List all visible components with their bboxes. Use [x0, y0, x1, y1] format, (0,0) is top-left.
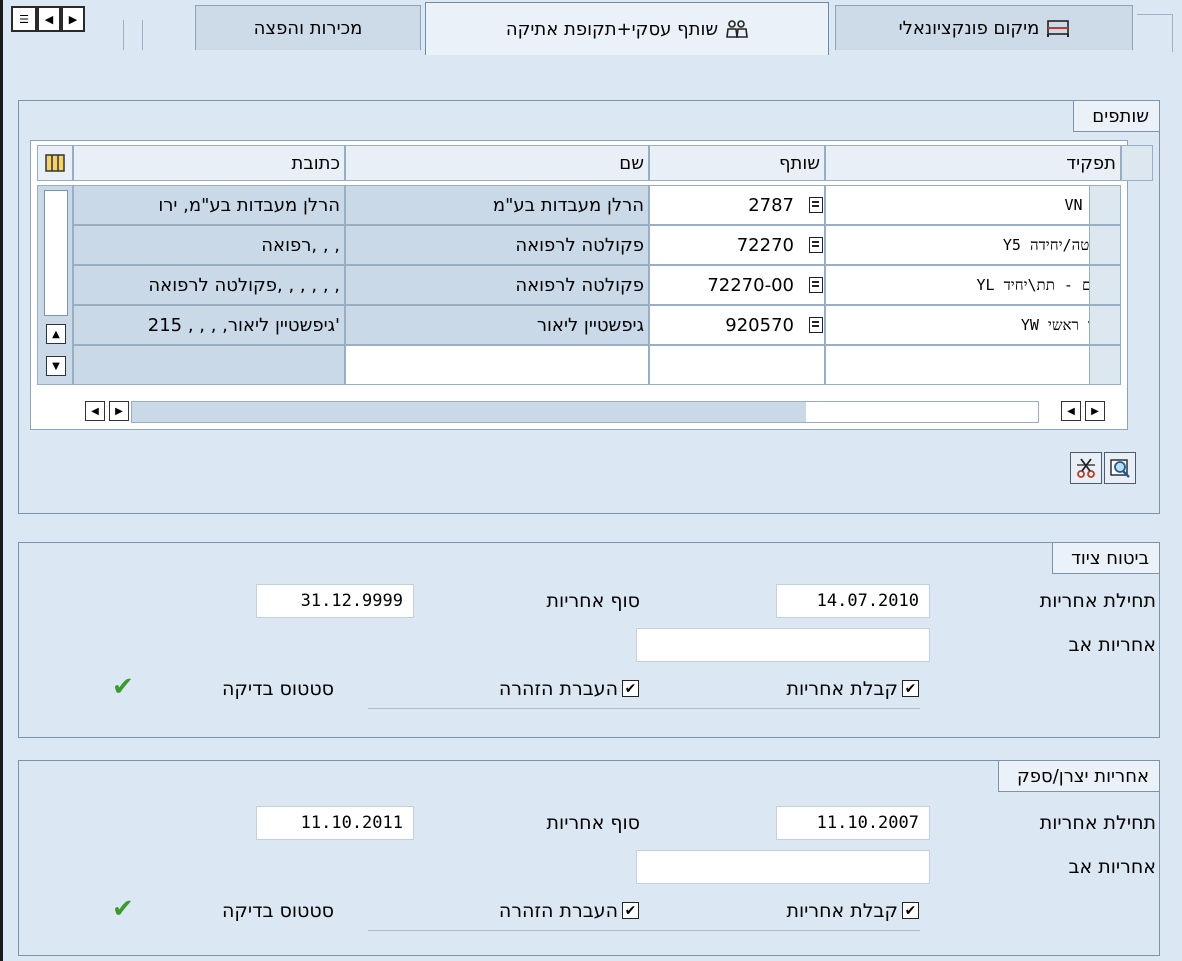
address-cell: רפואה, , ,	[73, 225, 345, 265]
field-underline	[368, 708, 640, 709]
role-cell[interactable]	[825, 345, 1121, 385]
warranty-start-label: תחילת אחריות	[1039, 812, 1156, 834]
tab-label: שותף עסקי+תקופת אתיקה	[505, 18, 719, 40]
accept-warranty-checkbox[interactable]: ✔	[902, 902, 919, 919]
people-icon	[726, 20, 749, 38]
transfer-warning-checkbox[interactable]: ✔	[622, 902, 639, 919]
role-cell[interactable]: Y5 פקולטה/יחידה	[825, 225, 1121, 265]
name-cell: פקולטה לרפואה	[345, 225, 649, 265]
role-cell[interactable]: YW חוקר ראשי	[825, 305, 1121, 345]
row-selector[interactable]	[1089, 225, 1121, 265]
cut-row-button[interactable]	[1070, 452, 1102, 484]
tab-functional-location[interactable]: מיקום פונקציונאלי	[835, 5, 1133, 50]
tab-label: מיקום פונקציונאלי	[898, 17, 1040, 39]
tab-scroll-left-button[interactable]: ◀	[37, 6, 61, 32]
field-underline	[368, 930, 640, 931]
accept-warranty-checkbox[interactable]: ✔	[902, 680, 919, 697]
value-help-icon[interactable]	[809, 197, 823, 213]
parent-warranty-field[interactable]	[636, 850, 930, 884]
partner-cell[interactable]: 2787	[649, 185, 825, 225]
role-cell[interactable]: VN ספק	[825, 185, 1121, 225]
status-ok-icon: ✔	[112, 672, 134, 702]
vertical-scrollbar[interactable]: ▲ ▼	[37, 185, 73, 385]
address-cell: הרלן מעבדות בע"מ, ירו	[73, 185, 345, 225]
select-all-button[interactable]	[1121, 145, 1153, 181]
parent-warranty-label: אחריות אב	[1068, 856, 1156, 878]
magnifier-icon	[1110, 459, 1130, 478]
warranty-end-label: סוף אחריות	[546, 590, 640, 612]
role-cell[interactable]: YL מיקום - תת\יחיד	[825, 265, 1121, 305]
horizontal-scrollbar[interactable]	[131, 401, 1039, 423]
accept-warranty-label: קבלת אחריות	[786, 678, 898, 700]
warranty-start-field[interactable]: 11.10.2007	[776, 806, 930, 840]
transfer-warning-label: העברת הזהרה	[498, 678, 618, 700]
scroll-left-button[interactable]: ◀	[1061, 401, 1081, 421]
partner-cell[interactable]: 72270	[649, 225, 825, 265]
transfer-warning-checkbox[interactable]: ✔	[622, 680, 639, 697]
column-settings-icon[interactable]	[37, 145, 73, 181]
field-underline	[636, 930, 920, 931]
transfer-warning-label: העברת הזהרה	[498, 900, 618, 922]
inspection-status-label: סטטוס בדיקה	[221, 900, 334, 922]
name-cell[interactable]	[345, 345, 649, 385]
row-selector[interactable]	[1089, 265, 1121, 305]
accept-warranty-label: קבלת אחריות	[786, 900, 898, 922]
partners-table: כתובת שם שותף תפקיד ▲ ▼ הרלן מעבדות בע"מ…	[30, 140, 1153, 430]
status-ok-icon: ✔	[112, 894, 134, 924]
address-cell: גיפשטיין ליאור, , , , 215'	[73, 305, 345, 345]
column-header-name[interactable]: שם	[345, 145, 649, 181]
column-header-role[interactable]: תפקיד	[825, 145, 1121, 181]
bed-icon	[1047, 19, 1070, 37]
name-cell: הרלן מעבדות בע"מ	[345, 185, 649, 225]
warranty-start-label: תחילת אחריות	[1039, 590, 1156, 612]
partners-group-title: שותפים	[1073, 101, 1159, 132]
tab-scroll-right-button[interactable]: ▶	[61, 6, 85, 32]
column-header-partner[interactable]: שותף	[649, 145, 825, 181]
row-selector[interactable]	[1089, 305, 1121, 345]
scroll-down-button[interactable]: ▼	[46, 356, 66, 376]
manufacturer-warranty-title: אחריות יצרן/ספק	[998, 761, 1159, 792]
scissors-icon	[1077, 458, 1095, 478]
value-help-icon[interactable]	[809, 317, 823, 333]
parent-warranty-label: אחריות אב	[1068, 634, 1156, 656]
partner-cell[interactable]	[649, 345, 825, 385]
column-header-address[interactable]: כתובת	[73, 145, 345, 181]
details-button[interactable]	[1104, 452, 1136, 484]
row-selector[interactable]	[1089, 345, 1121, 385]
parent-warranty-field[interactable]	[636, 628, 930, 662]
name-cell: גיפשטיין ליאור	[345, 305, 649, 345]
value-help-icon[interactable]	[809, 237, 823, 253]
partner-cell[interactable]: 72270-00	[649, 265, 825, 305]
scroll-left-button[interactable]: ◀	[85, 401, 105, 421]
warranty-end-field[interactable]: 31.12.9999	[256, 584, 414, 618]
field-underline	[636, 708, 920, 709]
tab-list-icon[interactable]: ☰	[11, 6, 37, 32]
tab-edge-decoration	[1137, 14, 1173, 52]
vertical-scroll-thumb[interactable]	[44, 190, 68, 316]
scroll-right-button[interactable]: ▶	[1085, 401, 1105, 421]
tab-sales-distribution[interactable]: מכירות והפצה	[195, 5, 421, 50]
warranty-end-label: סוף אחריות	[546, 812, 640, 834]
tab-strip: ☰ ◀ ▶ מכירות והפצה שותף עסקי+תקופת אתיקה…	[3, 0, 1182, 55]
scroll-up-button[interactable]: ▲	[46, 324, 66, 344]
row-selector[interactable]	[1089, 185, 1121, 225]
tab-edge-decoration	[123, 20, 143, 50]
inspection-status-label: סטטוס בדיקה	[221, 678, 334, 700]
equipment-insurance-title: ביטוח ציוד	[1052, 543, 1159, 574]
warranty-start-field[interactable]: 14.07.2010	[776, 584, 930, 618]
name-cell: פקולטה לרפואה	[345, 265, 649, 305]
address-cell: פקולטה לרפואה, , , , , ,	[73, 265, 345, 305]
address-cell	[73, 345, 345, 385]
scroll-right-button[interactable]: ▶	[109, 401, 129, 421]
value-help-icon[interactable]	[809, 277, 823, 293]
horizontal-scroll-thumb[interactable]	[132, 402, 806, 422]
partner-cell[interactable]: 920570	[649, 305, 825, 345]
tab-business-partner[interactable]: שותף עסקי+תקופת אתיקה	[425, 2, 829, 55]
tab-label: מכירות והפצה	[253, 17, 363, 39]
warranty-end-field[interactable]: 11.10.2011	[256, 806, 414, 840]
